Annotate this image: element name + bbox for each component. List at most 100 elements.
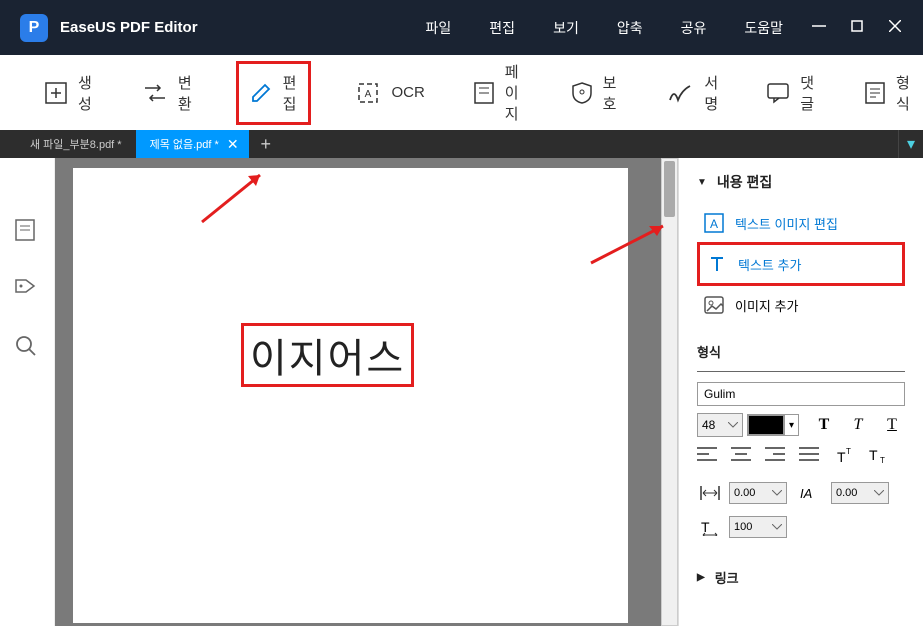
- tool-page-label: 페이지: [505, 61, 523, 124]
- italic-button[interactable]: T: [845, 412, 871, 438]
- tool-convert[interactable]: 변환: [138, 64, 196, 122]
- tool-create-label: 생성: [78, 72, 94, 114]
- left-sidebar: [0, 158, 55, 626]
- svg-text:A: A: [710, 217, 718, 231]
- right-panel: ▼ 내용 편집 A 텍스트 이미지 편집 텍스트 추가 이미지 추가 형식 Gu…: [678, 158, 923, 626]
- tab-0[interactable]: 새 파일_부분8.pdf *: [16, 130, 136, 158]
- text-a-icon: A: [703, 212, 725, 234]
- tags-icon[interactable]: [14, 276, 40, 302]
- page-icon: [473, 80, 495, 106]
- superscript-button[interactable]: TT: [833, 446, 857, 466]
- tool-edit-label: 편집: [283, 72, 299, 114]
- tool-page[interactable]: 페이지: [469, 53, 527, 132]
- vertical-scrollbar[interactable]: [661, 158, 678, 626]
- edit-text-image-label: 텍스트 이미지 편집: [735, 214, 838, 233]
- svg-text:T: T: [869, 447, 878, 463]
- add-image-button[interactable]: 이미지 추가: [697, 286, 905, 324]
- tool-protect-label: 보호: [603, 72, 621, 114]
- scale-icon: T: [697, 514, 723, 540]
- tab-0-label: 새 파일_부분8.pdf *: [30, 136, 122, 152]
- font-size-select[interactable]: 48: [697, 413, 743, 437]
- tool-ocr[interactable]: A OCR: [351, 72, 428, 114]
- minimize-button[interactable]: [811, 18, 827, 34]
- format-icon: [864, 80, 886, 106]
- ocr-icon: A: [355, 80, 381, 106]
- svg-text:T: T: [846, 447, 851, 456]
- tab-close-icon[interactable]: ✕: [227, 136, 239, 153]
- tool-format-label: 형식: [896, 72, 914, 114]
- tabbar: 새 파일_부분8.pdf * 제목 없음.pdf * ✕ + ▾: [0, 130, 923, 158]
- menu-compress[interactable]: 압축: [617, 18, 643, 38]
- line-spacing-icon: IA: [799, 480, 825, 506]
- char-spacing-input[interactable]: 0.00: [729, 482, 787, 504]
- tool-convert-label: 변환: [178, 72, 192, 114]
- app-logo: P: [20, 14, 48, 42]
- maximize-button[interactable]: [849, 18, 865, 34]
- tool-sign-label: 서명: [704, 72, 718, 114]
- titlebar: P EaseUS PDF Editor 파일 편집 보기 압축 공유 도움말: [0, 0, 923, 55]
- tool-comment[interactable]: 댓글: [762, 64, 820, 122]
- svg-text:A: A: [365, 89, 372, 100]
- window-controls: [811, 18, 903, 34]
- subscript-button[interactable]: TT: [867, 446, 891, 466]
- format-section: 형식 Gulim 48 ▾ T T T: [697, 338, 905, 540]
- pdf-page[interactable]: 이지어스: [73, 168, 628, 623]
- tool-protect[interactable]: 보호: [567, 64, 625, 122]
- close-button[interactable]: [887, 18, 903, 34]
- search-icon[interactable]: [14, 334, 40, 360]
- tool-format[interactable]: 형식: [860, 64, 918, 122]
- tool-comment-label: 댓글: [800, 72, 816, 114]
- tab-1-label: 제목 없음.pdf *: [150, 136, 219, 152]
- menu-help[interactable]: 도움말: [744, 18, 783, 38]
- tool-create[interactable]: 생성: [40, 64, 98, 122]
- pencil-icon: [249, 80, 273, 106]
- color-dropdown-icon[interactable]: ▾: [784, 415, 798, 435]
- color-swatch[interactable]: [748, 415, 784, 435]
- shield-icon: [571, 80, 593, 106]
- align-justify-button[interactable]: [799, 446, 823, 466]
- link-title: 링크: [715, 568, 739, 587]
- tool-ocr-label: OCR: [391, 84, 424, 101]
- thumbnails-icon[interactable]: [14, 218, 40, 244]
- font-select[interactable]: Gulim: [697, 382, 905, 406]
- svg-text:IA: IA: [800, 486, 812, 501]
- underline-button[interactable]: T: [879, 412, 905, 438]
- tab-dropdown-icon[interactable]: ▾: [898, 130, 923, 158]
- canvas-area: 이지어스: [55, 158, 678, 626]
- menu-edit[interactable]: 편집: [489, 18, 515, 38]
- add-text-label: 텍스트 추가: [738, 255, 801, 274]
- signature-icon: [668, 80, 694, 106]
- tab-1[interactable]: 제목 없음.pdf * ✕: [136, 130, 249, 158]
- svg-text:T: T: [837, 449, 846, 464]
- tool-sign[interactable]: 서명: [664, 64, 722, 122]
- menu-file[interactable]: 파일: [426, 18, 452, 38]
- svg-text:T: T: [880, 456, 885, 464]
- text-t-icon: [706, 253, 728, 275]
- edit-text-image-button[interactable]: A 텍스트 이미지 편집: [697, 204, 905, 242]
- add-text-button[interactable]: 텍스트 추가: [697, 242, 905, 286]
- convert-icon: [142, 80, 168, 106]
- menubar: 파일 편집 보기 압축 공유 도움말: [426, 18, 783, 38]
- align-left-button[interactable]: [697, 446, 721, 466]
- tool-edit[interactable]: 편집: [236, 61, 312, 125]
- align-right-button[interactable]: [765, 446, 789, 466]
- svg-text:T: T: [701, 519, 710, 535]
- menu-view[interactable]: 보기: [553, 18, 579, 38]
- scroll-thumb[interactable]: [664, 161, 675, 217]
- app-title: EaseUS PDF Editor: [60, 19, 198, 36]
- align-center-button[interactable]: [731, 446, 755, 466]
- edit-content-title: 내용 편집: [717, 172, 772, 192]
- menu-share[interactable]: 공유: [681, 18, 707, 38]
- new-tab-button[interactable]: +: [249, 130, 284, 158]
- pdf-text-content[interactable]: 이지어스: [241, 323, 414, 387]
- scale-input[interactable]: 100: [729, 516, 787, 538]
- toolbar: 생성 변환 편집 A OCR 페이지 보호 서명 댓글 형식: [0, 55, 923, 130]
- plus-square-icon: [44, 80, 68, 106]
- line-spacing-input[interactable]: 0.00: [831, 482, 889, 504]
- bold-button[interactable]: T: [811, 412, 837, 438]
- format-title: 형식: [697, 338, 905, 372]
- edit-content-header[interactable]: ▼ 내용 편집: [697, 166, 905, 204]
- link-header[interactable]: ▶ 링크: [697, 548, 905, 595]
- expand-icon: ▶: [697, 572, 705, 583]
- collapse-icon: ▼: [697, 177, 707, 188]
